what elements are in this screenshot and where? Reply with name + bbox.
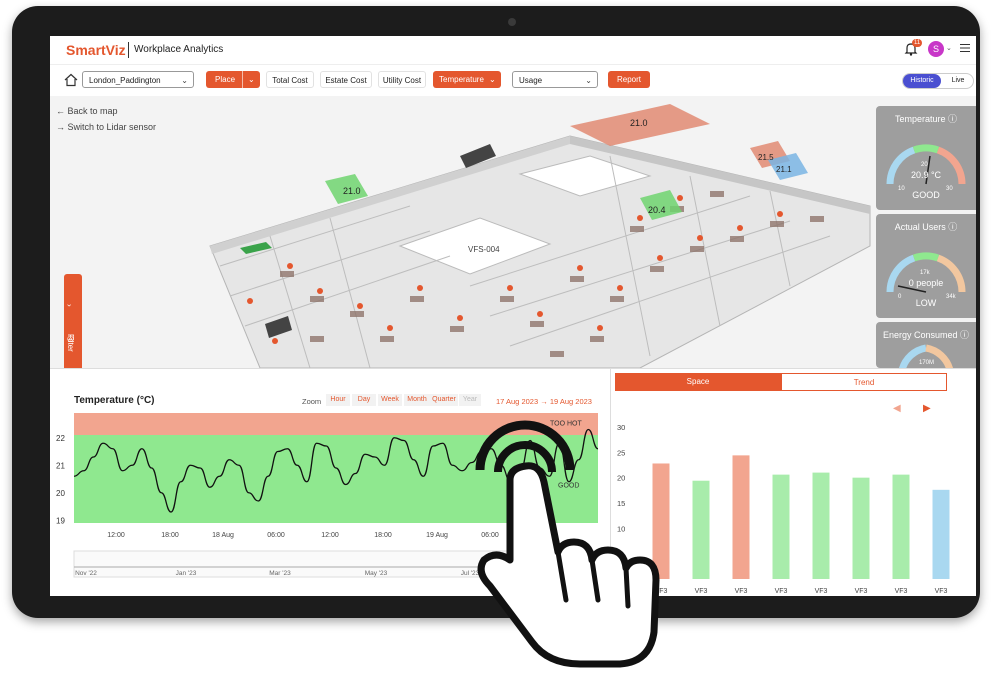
tab-space[interactable]: Space bbox=[615, 373, 781, 391]
next-arrow-icon[interactable]: ▶ bbox=[923, 403, 931, 414]
x-tick-label: 12:00 bbox=[321, 532, 339, 539]
switch-lidar-link[interactable]: → Switch to Lidar sensor bbox=[56, 122, 156, 132]
chevron-down-icon[interactable]: ⌄ bbox=[946, 44, 952, 52]
historic-option[interactable]: Historic bbox=[903, 74, 941, 88]
switch-lidar-label: Switch to Lidar sensor bbox=[67, 122, 157, 132]
tap-hand-icon bbox=[475, 420, 660, 668]
x-tick-label: 18 Aug bbox=[212, 532, 234, 539]
gauge-mid-tick: 17k bbox=[920, 270, 931, 276]
app-title: Workplace Analytics bbox=[134, 44, 224, 55]
x-tick-label: VF3 bbox=[935, 588, 948, 595]
back-to-map-link[interactable]: ← Back to map bbox=[56, 106, 118, 116]
filter-label: ◎ Filter › bbox=[65, 304, 75, 352]
logo-separator bbox=[128, 42, 129, 58]
bar bbox=[772, 474, 790, 579]
energy-gauge: 170M bbox=[898, 344, 954, 368]
prev-arrow-icon[interactable]: ◀ bbox=[893, 403, 901, 414]
help-icon[interactable]: ⓘ bbox=[960, 330, 969, 340]
temperature-label: Temperature bbox=[439, 75, 484, 84]
zone-label: 21.0 bbox=[343, 186, 361, 196]
x-tick-label: VF3 bbox=[855, 588, 868, 595]
zone-label: 21.1 bbox=[776, 165, 792, 174]
x-tick-label: VF3 bbox=[775, 588, 788, 595]
x-tick-label: 18:00 bbox=[374, 532, 392, 539]
actual-users-gauge-card[interactable]: Actual Users ⓘ 17k 0 34k 0 people LOW bbox=[876, 214, 976, 318]
navigator-label: Jan '23 bbox=[176, 570, 197, 577]
actual-users-value: 0 people bbox=[908, 278, 944, 288]
y-tick-label: 22 bbox=[56, 434, 65, 443]
chevron-down-icon: ⌄ bbox=[248, 75, 255, 84]
navigator-label: May '23 bbox=[365, 570, 388, 577]
energy-gauge-card[interactable]: Energy Consumed ⓘ 170M bbox=[876, 322, 976, 368]
location-value: London_Paddington bbox=[89, 76, 161, 85]
filter-text: Filter bbox=[66, 334, 75, 352]
bar bbox=[932, 489, 950, 579]
notification-badge: 11 bbox=[912, 39, 923, 47]
zone-label: 21.5 bbox=[758, 153, 774, 162]
x-tick-label: VF3 bbox=[695, 588, 708, 595]
total-cost-button[interactable]: Total Cost bbox=[266, 71, 314, 88]
estate-cost-button[interactable]: Estate Cost bbox=[320, 71, 372, 88]
utility-cost-button[interactable]: Utility Cost bbox=[378, 71, 426, 88]
bar bbox=[692, 480, 710, 579]
floorplan-3d[interactable]: 21.0 20.4 21.0 21.5 21.1 VFS-004 bbox=[50, 96, 976, 368]
tab-trend[interactable]: Trend bbox=[781, 373, 947, 391]
temperature-status: GOOD bbox=[912, 190, 940, 200]
temperature-gauge-card[interactable]: Temperature ⓘ 20 10 30 20.9 °C GOOD bbox=[876, 106, 976, 210]
brand-logo[interactable]: SmartViz bbox=[66, 42, 126, 58]
arrow-left-icon: ← bbox=[56, 106, 65, 116]
y-tick-label: 21 bbox=[56, 461, 65, 470]
menu-icon[interactable] bbox=[960, 42, 970, 54]
top-bar: SmartViz Workplace Analytics 11 S ⌄ bbox=[50, 36, 976, 65]
filter-tab[interactable]: ◎ Filter › bbox=[64, 274, 82, 368]
historic-live-toggle[interactable]: Historic Live bbox=[902, 73, 974, 89]
navigator-label: Mar '23 bbox=[269, 570, 291, 577]
home-icon[interactable] bbox=[64, 73, 78, 87]
arrow-right-icon: → bbox=[56, 122, 65, 132]
x-tick-label: VF3 bbox=[815, 588, 828, 595]
avatar[interactable]: S bbox=[928, 41, 944, 57]
chevron-down-icon: ⌄ bbox=[585, 76, 592, 85]
temperature-dropdown[interactable]: Temperature ⌄ bbox=[433, 71, 501, 88]
back-to-map-label: Back to map bbox=[67, 106, 118, 116]
bar bbox=[812, 472, 830, 579]
x-tick-label: 12:00 bbox=[107, 532, 125, 539]
usage-select[interactable]: Usage ⌄ bbox=[512, 71, 598, 88]
zone-label: 21.0 bbox=[630, 118, 648, 128]
zone-id-label: VFS-004 bbox=[468, 245, 500, 254]
zone-label: 20.4 bbox=[648, 205, 666, 215]
gauge-mid-tick: 20 bbox=[921, 162, 928, 168]
place-divider bbox=[242, 71, 243, 88]
gauge-mid-tick: 170M bbox=[919, 360, 934, 366]
bar bbox=[852, 477, 870, 579]
toolbar: London_Paddington ⌄ Place ⌄ Total Cost E… bbox=[50, 66, 976, 96]
x-tick-label: 06:00 bbox=[267, 532, 285, 539]
place-dropdown[interactable]: Place ⌄ bbox=[206, 71, 260, 88]
temperature-value: 20.9 °C bbox=[910, 170, 942, 180]
bar bbox=[732, 455, 750, 579]
floorplan-view[interactable]: 21.0 20.4 21.0 21.5 21.1 VFS-004 ← Back … bbox=[50, 96, 976, 368]
location-select[interactable]: London_Paddington ⌄ bbox=[82, 71, 194, 88]
y-tick-label: 19 bbox=[56, 516, 65, 525]
actual-users-gauge: 17k 0 34k bbox=[886, 252, 966, 300]
usage-value: Usage bbox=[519, 76, 543, 85]
actual-users-status: LOW bbox=[915, 298, 937, 308]
y-tick-label: 20 bbox=[56, 489, 65, 498]
chevron-down-icon: ⌄ bbox=[181, 76, 188, 85]
x-tick-label: VF3 bbox=[735, 588, 748, 595]
bar bbox=[892, 474, 910, 579]
navigator-label: Nov '22 bbox=[75, 570, 97, 577]
live-option[interactable]: Live bbox=[943, 74, 973, 88]
temperature-gauge: 20 10 30 bbox=[886, 144, 966, 192]
report-button[interactable]: Report bbox=[608, 71, 650, 88]
x-tick-label: VF3 bbox=[895, 588, 908, 595]
place-label: Place bbox=[215, 75, 236, 84]
camera-dot bbox=[508, 18, 516, 26]
x-tick-label: 18:00 bbox=[161, 532, 179, 539]
chevron-down-icon: ⌄ bbox=[489, 75, 496, 84]
